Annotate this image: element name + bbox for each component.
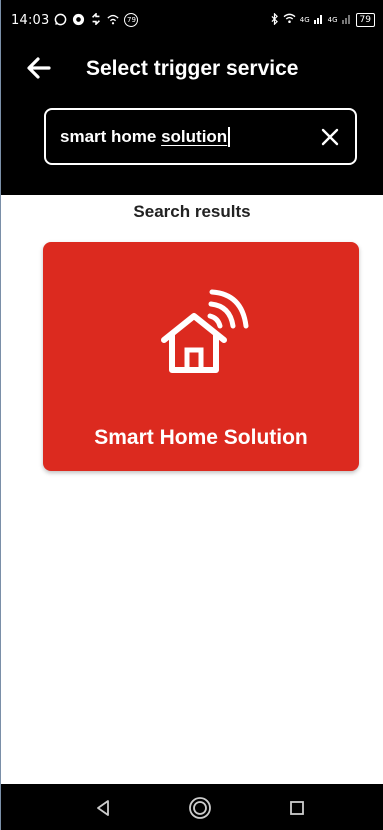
smart-home-icon [161, 289, 249, 373]
status-time: 14:03 [11, 12, 50, 28]
notification-count-badge: 79 [124, 13, 139, 27]
app-screen: 14:03 79 4G 4G 79 Select trigger service… [0, 0, 383, 830]
service-card-label: Smart Home Solution [94, 426, 308, 449]
app-notification-icon [72, 13, 85, 28]
bluetooth-icon [270, 11, 279, 28]
text-caret [228, 126, 230, 147]
nav-home-icon [189, 797, 211, 819]
nav-back-icon [97, 800, 109, 816]
status-bar: 14:03 79 4G 4G 79 [1, 0, 383, 40]
status-right: 4G 4G 79 [270, 11, 375, 28]
network-type-label-2: 4G [327, 16, 338, 24]
system-nav-bar [1, 784, 383, 830]
wifi-settings-icon [107, 13, 120, 27]
arrow-left-icon [27, 57, 51, 79]
nav-back-button[interactable] [91, 796, 115, 820]
service-card-smart-home-solution[interactable]: Smart Home Solution [43, 242, 359, 471]
whatsapp-icon [54, 13, 67, 28]
page-title: Select trigger service [86, 57, 299, 80]
nav-recents-icon [290, 801, 304, 815]
signal-icon [313, 13, 324, 27]
wifi-icon [283, 13, 296, 27]
search-box[interactable]: smart home solution [44, 108, 357, 165]
network-type-label: 4G [299, 16, 310, 24]
sync-icon [90, 11, 102, 27]
signal-icon-2 [341, 13, 352, 27]
clear-search-button[interactable] [319, 126, 341, 148]
back-button[interactable] [25, 54, 53, 82]
search-query-prefix: smart home [60, 126, 162, 146]
search-query-word: solution [161, 126, 228, 146]
nav-home-button[interactable] [188, 796, 212, 820]
nav-recents-button[interactable] [285, 796, 309, 820]
search-input[interactable]: smart home solution [60, 122, 319, 152]
battery-icon: 79 [355, 13, 375, 27]
close-icon [321, 128, 339, 145]
search-results-heading: Search results [133, 202, 251, 221]
header: Select trigger service smart home soluti… [1, 40, 383, 195]
status-left: 14:03 79 [11, 11, 139, 28]
